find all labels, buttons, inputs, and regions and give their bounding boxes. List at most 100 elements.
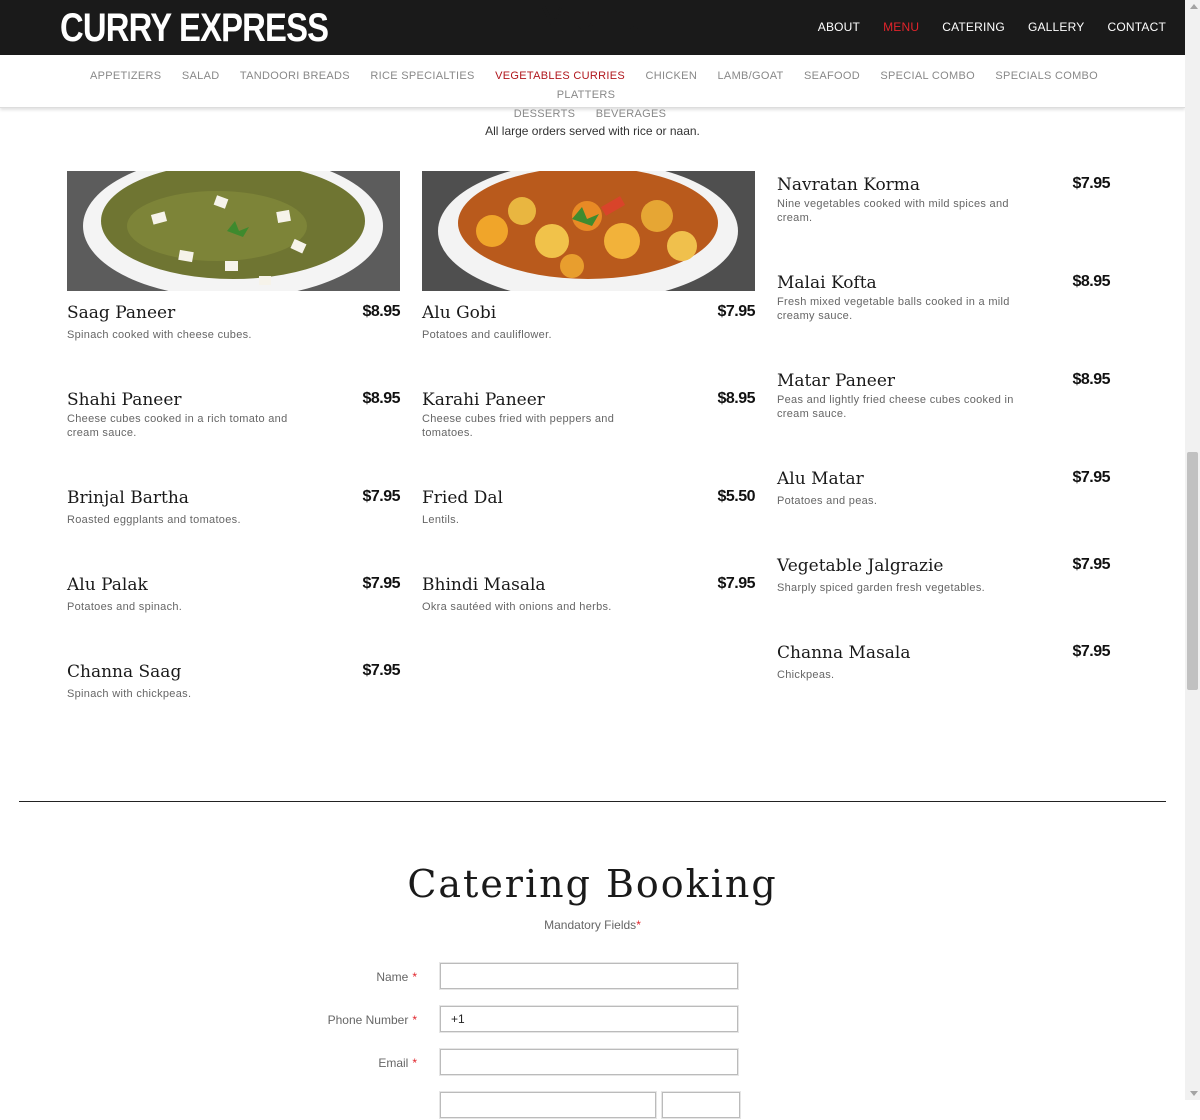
menu-item: Alu Matar $7.95 Potatoes and peas. — [777, 469, 1110, 519]
category-appetizers[interactable]: APPETIZERS — [90, 70, 161, 82]
alu-gobi-photo — [422, 171, 755, 291]
item-name: Channa Saag — [67, 662, 182, 682]
item-description: Fresh mixed vegetable balls cooked in a … — [777, 296, 1010, 322]
phone-label-text: Phone Number — [327, 1013, 409, 1027]
email-field[interactable] — [439, 1048, 739, 1076]
item-name: Fried Dal — [422, 488, 503, 508]
menu-item: Shahi Paneer $8.95 Cheese cubes cooked i… — [67, 390, 400, 450]
item-description: Okra sautéed with onions and herbs. — [422, 601, 612, 613]
menu-item: Vegetable Jalgrazie $7.95 Sharply spiced… — [777, 556, 1110, 606]
item-price: $7.95 — [1072, 469, 1110, 486]
mandatory-label: Mandatory Fields — [544, 918, 637, 932]
item-name: Brinjal Bartha — [67, 488, 189, 508]
required-star: * — [412, 1056, 417, 1070]
category-lamb-goat[interactable]: LAMB/GOAT — [718, 70, 784, 82]
item-name: Saag Paneer — [67, 303, 176, 323]
form-row-email: Email * — [0, 1048, 1185, 1077]
form-row-name: Name * — [0, 962, 1185, 991]
category-tandoori-breads[interactable]: TANDOORI BREADS — [240, 70, 350, 82]
menu-item: Malai Kofta $8.95 Fresh mixed vegetable … — [777, 273, 1110, 333]
item-price: $8.95 — [362, 303, 400, 320]
name-field[interactable] — [439, 962, 739, 990]
item-price: $8.95 — [1072, 273, 1110, 290]
item-price: $7.95 — [1072, 643, 1110, 660]
required-star: * — [412, 1013, 417, 1027]
name-label: Name * — [376, 970, 417, 984]
menu-item: Fried Dal $5.50 Lentils. — [422, 488, 755, 538]
booking-title: Catering Booking — [407, 862, 778, 906]
menu-item: Channa Masala $7.95 Chickpeas. — [777, 643, 1110, 693]
item-description: Chickpeas. — [777, 669, 835, 681]
item-name: Vegetable Jalgrazie — [777, 556, 944, 576]
time-field[interactable] — [661, 1091, 741, 1119]
item-description: Nine vegetables cooked with mild spices … — [777, 198, 1009, 224]
item-name: Navratan Korma — [777, 175, 921, 195]
menu-item: Karahi Paneer $8.95 Cheese cubes fried w… — [422, 390, 755, 450]
required-star: * — [636, 918, 641, 932]
category-salad[interactable]: SALAD — [182, 70, 220, 82]
menu-item: Bhindi Masala $7.95 Okra sautéed with on… — [422, 575, 755, 625]
category-vegetables-curries[interactable]: VEGETABLES CURRIES — [495, 70, 625, 82]
item-price: $7.95 — [362, 488, 400, 505]
item-price: $7.95 — [1072, 556, 1110, 573]
item-description: Peas and lightly fried cheese cubes cook… — [777, 394, 1014, 420]
menu-item: Alu Palak $7.95 Potatoes and spinach. — [67, 575, 400, 625]
category-rice-specialties[interactable]: RICE SPECIALTIES — [370, 70, 474, 82]
menu-item: Channa Saag $7.95 Spinach with chickpeas… — [67, 662, 400, 712]
menu-item: Matar Paneer $8.95 Peas and lightly frie… — [777, 371, 1110, 431]
item-description: Sharply spiced garden fresh vegetables. — [777, 582, 985, 594]
large-orders-note: All large orders served with rice or naa… — [485, 124, 700, 138]
item-description: Potatoes and cauliflower. — [422, 329, 552, 341]
form-row-partial — [0, 1091, 1185, 1120]
form-row-phone: Phone Number * — [0, 1005, 1185, 1034]
item-price: $5.50 — [717, 488, 755, 505]
category-beverages[interactable]: BEVERAGES — [596, 108, 667, 120]
phone-label: Phone Number * — [328, 1013, 417, 1027]
item-price: $8.95 — [1072, 371, 1110, 388]
item-name: Matar Paneer — [777, 371, 896, 391]
item-description: Cheese cubes fried with peppers and toma… — [422, 413, 615, 439]
required-star: * — [412, 970, 417, 984]
item-name: Alu Gobi — [422, 303, 497, 323]
saag-paneer-photo — [67, 171, 400, 291]
item-description: Potatoes and peas. — [777, 495, 878, 507]
item-price: $7.95 — [362, 662, 400, 679]
email-label-text: Email — [378, 1056, 409, 1070]
category-links: APPETIZERS SALAD TANDOORI BREADS RICE SP… — [60, 66, 1120, 123]
item-description: Lentils. — [422, 514, 460, 526]
item-description: Cheese cubes cooked in a rich tomato and… — [67, 413, 288, 439]
category-seafood[interactable]: SEAFOOD — [804, 70, 860, 82]
item-description: Spinach with chickpeas. — [67, 688, 192, 700]
email-label: Email * — [378, 1056, 417, 1070]
item-price: $8.95 — [717, 390, 755, 407]
category-bar: APPETIZERS SALAD TANDOORI BREADS RICE SP… — [0, 55, 1185, 120]
mandatory-note: Mandatory Fields* — [0, 918, 1185, 932]
scroll-up-icon[interactable] — [1190, 4, 1198, 9]
menu-item: Brinjal Bartha $7.95 Roasted eggplants a… — [67, 488, 400, 538]
category-chicken[interactable]: CHICKEN — [645, 70, 697, 82]
phone-field[interactable] — [439, 1005, 739, 1033]
page-title: Menu — [534, 0, 651, 38]
item-price: $7.95 — [362, 575, 400, 592]
item-name: Karahi Paneer — [422, 390, 545, 410]
section-divider — [19, 801, 1166, 802]
scrollbar-thumb[interactable] — [1187, 452, 1198, 690]
item-price: $7.95 — [1072, 175, 1110, 192]
item-description: Spinach cooked with cheese cubes. — [67, 329, 252, 341]
menu-item: Saag Paneer $8.95 Spinach cooked with ch… — [67, 171, 400, 351]
menu-item: Navratan Korma $7.95 Nine vegetables coo… — [777, 175, 1110, 235]
date-field[interactable] — [439, 1091, 657, 1119]
item-name: Channa Masala — [777, 643, 911, 663]
item-price: $7.95 — [717, 575, 755, 592]
name-label-text: Name — [376, 970, 409, 984]
item-name: Malai Kofta — [777, 273, 877, 293]
item-name: Alu Matar — [777, 469, 864, 489]
item-name: Alu Palak — [67, 575, 148, 595]
item-price: $8.95 — [362, 390, 400, 407]
scroll-down-icon[interactable] — [1190, 1091, 1198, 1096]
category-special-combo[interactable]: SPECIAL COMBO — [880, 70, 975, 82]
item-price: $7.95 — [717, 303, 755, 320]
menu-item: Alu Gobi $7.95 Potatoes and cauliflower. — [422, 171, 755, 351]
item-description: Roasted eggplants and tomatoes. — [67, 514, 241, 526]
category-desserts[interactable]: DESSERTS — [514, 108, 576, 120]
